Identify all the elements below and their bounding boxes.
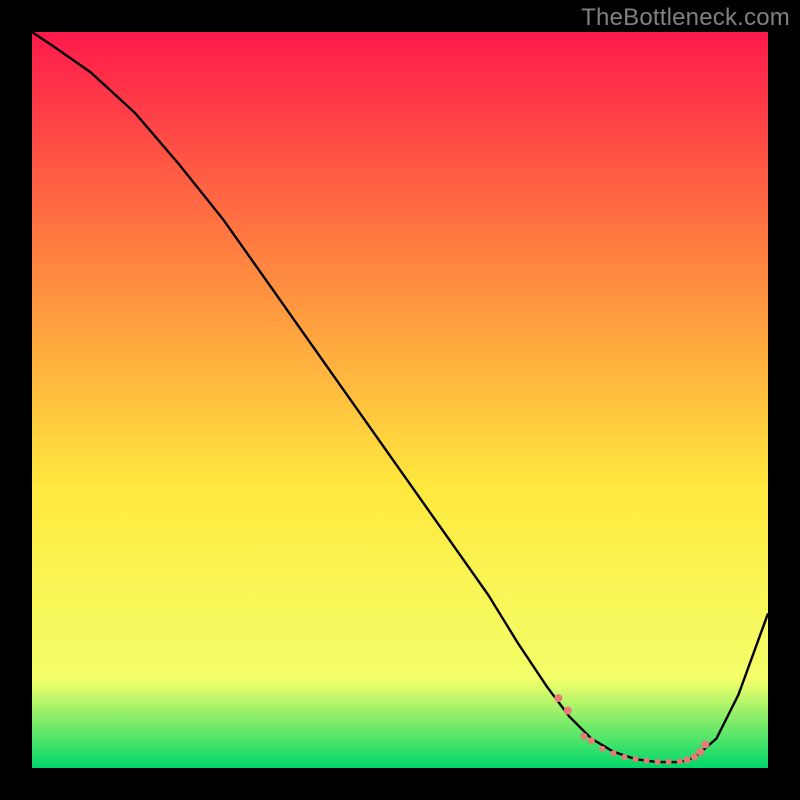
marker-dot bbox=[677, 758, 683, 764]
watermark-text: TheBottleneck.com bbox=[581, 4, 790, 32]
chart-svg bbox=[32, 32, 768, 768]
marker-dot bbox=[554, 694, 562, 702]
marker-dot bbox=[610, 750, 616, 756]
chart-plot-area bbox=[32, 32, 768, 768]
marker-dot bbox=[644, 758, 650, 764]
marker-dot bbox=[691, 753, 698, 760]
marker-dot bbox=[696, 748, 704, 756]
marker-dot bbox=[581, 733, 588, 740]
marker-dot bbox=[684, 756, 691, 763]
marker-dot bbox=[655, 759, 661, 765]
chart-frame: TheBottleneck.com bbox=[0, 0, 800, 800]
marker-dot bbox=[599, 746, 605, 752]
marker-dot bbox=[633, 756, 639, 762]
marker-dot bbox=[588, 737, 595, 744]
marker-dot bbox=[701, 740, 709, 748]
marker-dot bbox=[621, 754, 627, 760]
marker-dot bbox=[564, 707, 572, 715]
gradient-background bbox=[32, 32, 768, 768]
marker-dot bbox=[666, 759, 672, 765]
